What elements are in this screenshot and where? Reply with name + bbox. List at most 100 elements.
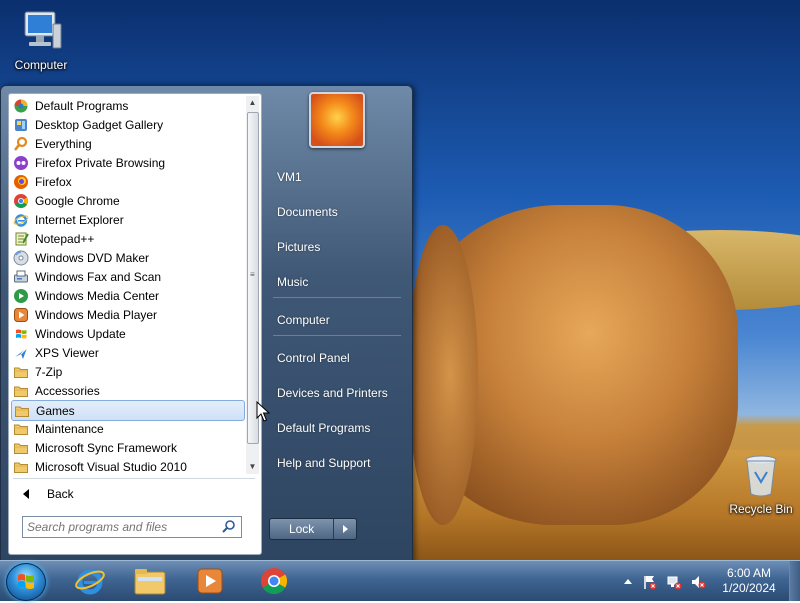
right-pane-separator: [273, 297, 401, 298]
system-clock[interactable]: 6:00 AM 1/20/2024: [718, 566, 780, 596]
scroll-down-arrow-icon[interactable]: ▼: [246, 460, 259, 474]
folder-icon: [13, 383, 29, 399]
program-item[interactable]: Windows DVD Maker: [11, 248, 243, 267]
start-link-control-panel[interactable]: Control Panel: [277, 351, 350, 365]
program-label: Windows Update: [35, 326, 126, 341]
media-player-icon: [197, 568, 223, 594]
program-item[interactable]: Desktop Gadget Gallery: [11, 115, 243, 134]
program-label: Windows Media Player: [35, 307, 158, 322]
start-link-help-and-support[interactable]: Help and Support: [277, 456, 370, 470]
taskbar-internet-explorer[interactable]: [64, 563, 116, 599]
lock-label: Lock: [270, 519, 335, 539]
volume-muted-icon[interactable]: [690, 574, 706, 590]
program-label: Everything: [35, 136, 92, 151]
computer-icon: [24, 11, 62, 49]
program-label: Default Programs: [35, 98, 129, 113]
chrome-icon: [261, 568, 288, 595]
back-label: Back: [47, 487, 74, 501]
program-item[interactable]: Microsoft Sync Framework: [11, 438, 243, 457]
media-center-icon: [13, 288, 29, 304]
search-input[interactable]: [23, 520, 221, 534]
start-link-vm1[interactable]: VM1: [277, 170, 302, 184]
start-link-computer[interactable]: Computer: [277, 313, 330, 327]
taskbar-media-player[interactable]: [184, 563, 236, 599]
back-button[interactable]: Back: [13, 483, 253, 505]
start-link-music[interactable]: Music: [277, 275, 308, 289]
gadget-gallery-icon: [13, 117, 29, 133]
internet-explorer-icon: [13, 212, 29, 228]
show-desktop-button[interactable]: [789, 561, 800, 601]
recycle-bin-icon: [745, 455, 777, 497]
folder-icon: [13, 421, 29, 437]
wallpaper-hay-bale-face: [408, 225, 478, 525]
program-label: 7-Zip: [35, 364, 63, 379]
program-label: Internet Explorer: [35, 212, 124, 227]
start-menu-left-pane: Default Programs Desktop Gadget Gallery Ev…: [8, 93, 262, 555]
firefox-icon: [13, 174, 29, 190]
program-item[interactable]: Internet Explorer: [11, 210, 243, 229]
program-item[interactable]: Firefox Private Browsing: [11, 153, 243, 172]
everything-search-icon: [13, 136, 29, 152]
desktop-icon-recycle-bin[interactable]: Recycle Bin: [726, 452, 796, 516]
taskbar: 6:00 AM 1/20/2024: [0, 560, 800, 601]
taskbar-file-explorer[interactable]: [124, 563, 176, 599]
program-label: Windows DVD Maker: [35, 250, 150, 265]
program-item[interactable]: 7-Zip: [11, 362, 243, 381]
program-item[interactable]: XPS Viewer: [11, 343, 243, 362]
desktop-icon-label: Computer: [14, 58, 68, 72]
default-programs-icon: [13, 98, 29, 114]
start-link-devices-and-printers[interactable]: Devices and Printers: [277, 386, 388, 400]
fax-scan-icon: [13, 269, 29, 285]
clock-date: 1/20/2024: [722, 581, 776, 595]
start-button[interactable]: [6, 563, 46, 601]
program-item[interactable]: Default Programs: [11, 96, 243, 115]
show-hidden-icons-icon[interactable]: [620, 574, 636, 590]
program-item[interactable]: Windows Update: [11, 324, 243, 343]
back-arrow-icon: [23, 489, 29, 499]
mouse-pointer-icon: [256, 401, 270, 422]
windows-logo-icon: [18, 574, 34, 589]
program-label: Notepad++: [35, 231, 95, 246]
shutdown-options-arrow-icon[interactable]: [334, 519, 356, 539]
program-label: Desktop Gadget Gallery: [35, 117, 164, 132]
desktop-icon-label: Recycle Bin: [729, 502, 793, 516]
notepad-plus-plus-icon: [13, 231, 29, 247]
scroll-up-arrow-icon[interactable]: ▲: [246, 96, 259, 110]
file-explorer-icon: [134, 569, 166, 595]
program-label: Google Chrome: [35, 193, 120, 208]
folder-icon: [13, 459, 29, 475]
chrome-icon: [13, 193, 29, 209]
scrollbar-thumb[interactable]: ≡: [247, 112, 259, 444]
program-item[interactable]: Firefox: [11, 172, 243, 191]
program-item[interactable]: Everything: [11, 134, 243, 153]
program-item[interactable]: Windows Media Player: [11, 305, 243, 324]
start-link-pictures[interactable]: Pictures: [277, 240, 320, 254]
lock-button[interactable]: Lock: [269, 518, 357, 540]
user-avatar[interactable]: [309, 92, 365, 148]
scrollbar-grip-icon: ≡: [250, 270, 255, 279]
program-item[interactable]: Games: [11, 400, 245, 421]
program-item[interactable]: Notepad++: [11, 229, 243, 248]
program-label: Maintenance: [35, 421, 104, 436]
program-label: Windows Media Center: [35, 288, 160, 303]
program-item[interactable]: Windows Fax and Scan: [11, 267, 243, 286]
start-link-documents[interactable]: Documents: [277, 205, 338, 219]
start-menu-right-pane: VM1 Documents Pictures Music Computer Control…: [263, 86, 411, 562]
list-separator: [13, 478, 255, 479]
program-label: Microsoft Visual Studio 2010: [35, 459, 187, 474]
program-item[interactable]: Maintenance: [11, 419, 243, 438]
taskbar-chrome[interactable]: [248, 563, 300, 599]
program-label: Games: [36, 403, 75, 418]
start-link-default-programs[interactable]: Default Programs: [277, 421, 370, 435]
start-search-box[interactable]: [22, 516, 242, 538]
program-item[interactable]: Accessories: [11, 381, 243, 400]
desktop-icon-computer[interactable]: Computer: [6, 8, 76, 72]
program-item[interactable]: Google Chrome: [11, 191, 243, 210]
action-center-flag-icon[interactable]: [642, 574, 658, 590]
search-icon[interactable]: [221, 519, 237, 535]
start-menu: Default Programs Desktop Gadget Gallery Ev…: [0, 85, 413, 563]
program-item[interactable]: Windows Media Center: [11, 286, 243, 305]
right-pane-separator: [273, 335, 401, 336]
program-item[interactable]: Microsoft Visual Studio 2010: [11, 457, 243, 476]
network-icon[interactable]: [666, 574, 682, 590]
